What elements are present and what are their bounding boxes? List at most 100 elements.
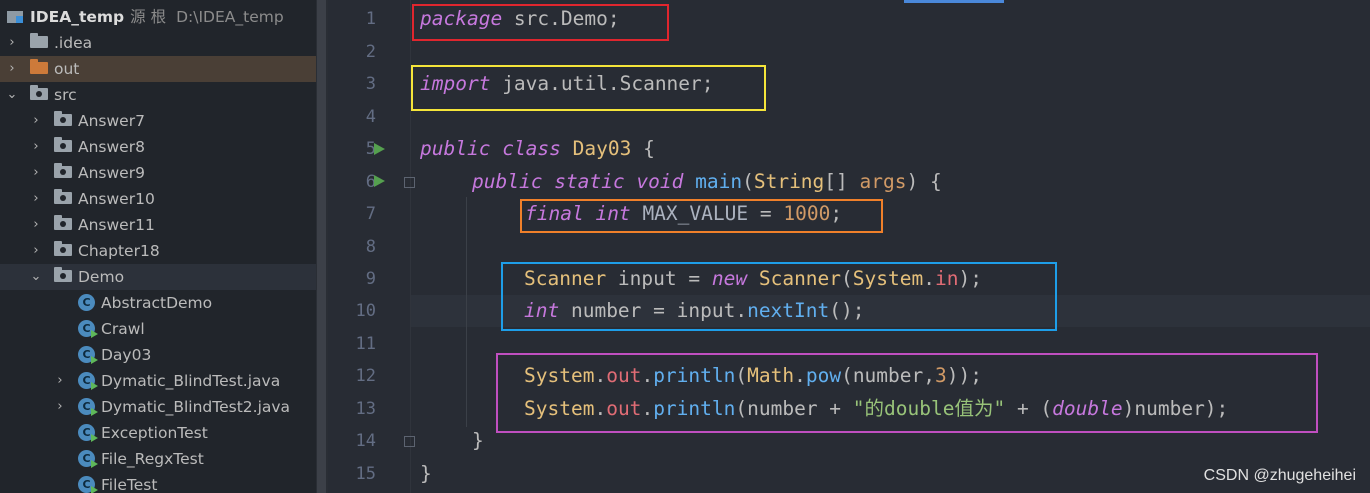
package-icon — [54, 137, 72, 152]
active-tab-indicator — [904, 0, 1004, 3]
line-number: 7 — [365, 204, 376, 224]
tree-item-label: Dymatic_BlindTest2.java — [101, 398, 291, 416]
tree-item-abstractdemo[interactable]: C AbstractDemo — [0, 290, 316, 316]
line-number: 3 — [365, 74, 376, 94]
line-number: 1 — [365, 9, 376, 29]
line-number: 10 — [355, 301, 376, 321]
runnable-class-icon: C — [78, 346, 98, 364]
runnable-class-icon: C — [78, 372, 98, 390]
abstract-class-icon: C — [78, 294, 95, 311]
chevron-right-icon[interactable]: › — [30, 238, 42, 264]
scanner-annotation-box — [501, 262, 1057, 331]
chevron-right-icon[interactable]: › — [30, 186, 42, 212]
tree-item-label: ExceptionTest — [101, 424, 208, 442]
tree-root[interactable]: IDEA_temp 源 根 D:\IDEA_temp — [0, 4, 316, 30]
root-name: IDEA_temp — [30, 8, 125, 26]
tree-item-label: Day03 — [101, 346, 152, 364]
code-line-15[interactable]: } — [420, 458, 432, 490]
tree-item-chapter18[interactable]: › Chapter18 — [0, 238, 316, 264]
tree-item-label: out — [54, 60, 80, 78]
package-icon — [54, 189, 72, 204]
tree-item-exceptiontest[interactable]: C ExceptionTest — [0, 420, 316, 446]
line-number: 14 — [355, 431, 376, 451]
tree-item-dymatic-blindtest2[interactable]: › C Dymatic_BlindTest2.java — [0, 394, 316, 420]
tree-item-label: Chapter18 — [78, 242, 160, 260]
runnable-class-icon: C — [78, 476, 98, 493]
tree-scrollbar[interactable] — [317, 0, 326, 493]
package-icon — [54, 215, 72, 230]
constant-annotation-box — [520, 199, 883, 233]
package-icon — [54, 163, 72, 178]
project-tree-panel: IDEA_temp 源 根 D:\IDEA_temp › .idea › out ⌄… — [0, 0, 316, 493]
runnable-class-icon: C — [78, 320, 98, 338]
tree-item-day03[interactable]: C Day03 — [0, 342, 316, 368]
tree-item-dymatic-blindtest[interactable]: › C Dymatic_BlindTest.java — [0, 368, 316, 394]
tree-item-answer9[interactable]: › Answer9 — [0, 160, 316, 186]
tree-item-label: Answer7 — [78, 112, 145, 130]
chevron-down-icon[interactable]: ⌄ — [6, 82, 18, 108]
runnable-class-icon: C — [78, 450, 98, 468]
chevron-right-icon[interactable]: › — [6, 56, 18, 82]
line-number: 13 — [355, 399, 376, 419]
tree-item-filetest[interactable]: C FileTest — [0, 472, 316, 493]
code-line-5[interactable]: public class Day03 { — [420, 133, 655, 165]
tree-item-label: Demo — [78, 268, 125, 286]
folder-icon — [30, 33, 48, 48]
tree-item-answer7[interactable]: › Answer7 — [0, 108, 316, 134]
import-annotation-box — [411, 65, 766, 111]
package-icon — [54, 111, 72, 126]
line-number: 6 — [365, 172, 376, 192]
chevron-right-icon[interactable]: › — [30, 160, 42, 186]
runnable-class-icon: C — [78, 398, 98, 416]
tree-item-demo[interactable]: ⌄ Demo — [0, 264, 316, 290]
panel-splitter[interactable] — [316, 0, 328, 493]
tree-item-answer10[interactable]: › Answer10 — [0, 186, 316, 212]
tree-item-label: Answer9 — [78, 164, 145, 182]
tree-item-label: AbstractDemo — [101, 294, 213, 312]
code-editor[interactable]: 1 2 3 4 5 6 7 8 9 10 11 12 13 14 15 pack… — [328, 0, 1370, 493]
tree-item-file-regxtest[interactable]: C File_RegxTest — [0, 446, 316, 472]
tree-item-label: Crawl — [101, 320, 145, 338]
code-line-6[interactable]: public static void main(String[] args) { — [472, 166, 942, 198]
line-number: 4 — [365, 107, 376, 127]
folder-icon — [30, 59, 48, 74]
code-line-14[interactable]: } — [472, 425, 484, 457]
tree-item-label: Dymatic_BlindTest.java — [101, 372, 281, 390]
tree-item-label: File_RegxTest — [101, 450, 204, 468]
tree-item-label: .idea — [54, 34, 93, 52]
chevron-right-icon[interactable]: › — [54, 394, 66, 420]
chevron-right-icon[interactable]: › — [30, 108, 42, 134]
fold-icon[interactable] — [404, 436, 415, 447]
tree-item-label: FileTest — [101, 476, 158, 493]
tree-item-out[interactable]: › out — [0, 56, 316, 82]
fold-icon[interactable] — [404, 177, 415, 188]
line-number: 12 — [355, 366, 376, 386]
tree-item-src[interactable]: ⌄ src — [0, 82, 316, 108]
root-source-root: 源 根 — [130, 8, 167, 26]
chevron-right-icon[interactable]: › — [30, 212, 42, 238]
project-icon — [7, 11, 23, 23]
indent-guide — [466, 197, 467, 427]
tree-item-label: src — [54, 86, 77, 104]
tree-item-idea[interactable]: › .idea — [0, 30, 316, 56]
run-main-icon[interactable] — [374, 175, 385, 187]
tree-item-label: Answer11 — [78, 216, 155, 234]
line-number: 15 — [355, 464, 376, 484]
line-number: 2 — [365, 42, 376, 62]
chevron-down-icon[interactable]: ⌄ — [30, 264, 42, 290]
line-number: 9 — [365, 269, 376, 289]
package-icon — [54, 267, 72, 282]
tree-item-label: Answer10 — [78, 190, 155, 208]
tree-item-answer8[interactable]: › Answer8 — [0, 134, 316, 160]
chevron-right-icon[interactable]: › — [54, 368, 66, 394]
source-folder-icon — [30, 85, 48, 100]
tree-item-answer11[interactable]: › Answer11 — [0, 212, 316, 238]
chevron-right-icon[interactable]: › — [6, 30, 18, 56]
package-annotation-box — [412, 4, 669, 41]
package-icon — [54, 241, 72, 256]
chevron-right-icon[interactable]: › — [30, 134, 42, 160]
tree-item-crawl[interactable]: C Crawl — [0, 316, 316, 342]
run-class-icon[interactable] — [374, 143, 385, 155]
line-number: 8 — [365, 237, 376, 257]
line-number: 11 — [355, 334, 376, 354]
